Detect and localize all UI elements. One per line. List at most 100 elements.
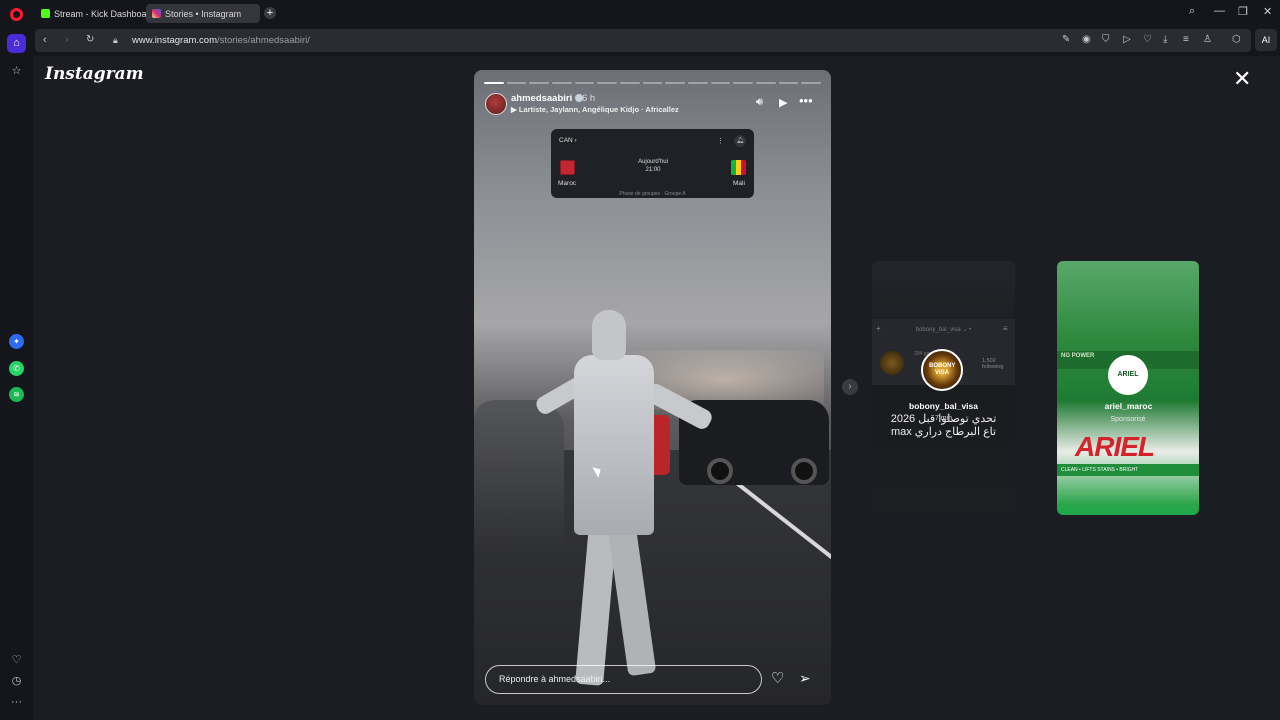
forward-icon[interactable]: › (65, 34, 69, 46)
ai-button[interactable]: AI (1255, 29, 1277, 51)
back-icon[interactable]: ‹ (43, 34, 47, 46)
preview-username: bobony_bal_visa (909, 401, 978, 411)
instagram-stories-page: Instagram ✕ ahmedsaabiri 6 h ▶︎ Lartiste… (33, 56, 1280, 720)
bell-icon: 🔔︎ (734, 135, 746, 147)
home-icon[interactable]: ⌂ (7, 34, 26, 53)
like-heart-icon[interactable]: ♡ (771, 669, 784, 687)
match-competition: CAN › (559, 137, 577, 144)
person-head (592, 310, 626, 360)
car-wheel (707, 458, 733, 484)
progress-segment (529, 82, 550, 84)
send-icon[interactable]: ➢ (799, 670, 811, 687)
address-row: ‹ › ↻ 🔒︎ www.instagram.com/stories/ahmed… (33, 26, 1280, 56)
restore-button[interactable]: ❐ (1238, 5, 1248, 18)
avatar-text: BOBONY VISA (929, 363, 956, 376)
story-preview-ariel[interactable]: NG POWER ARIEL ariel_maroc Sponsorisé AR… (1057, 261, 1199, 515)
match-card: CAN › ⋮ 🔔︎ Maroc Mali Aujourd'hui 21:00 … (551, 129, 754, 198)
whatsapp-icon[interactable]: ✆ (9, 361, 24, 376)
story-author-username[interactable]: ahmedsaabiri (511, 93, 584, 104)
mute-icon[interactable]: 🔊︎ (756, 96, 763, 109)
story-preview-bobony[interactable]: + bobony_bal_visa ⌄ • ≡ 294 posts 1,502 … (872, 261, 1015, 514)
match-stage: Phase de groupes · Groupe A (619, 191, 686, 197)
story-image-person (533, 310, 715, 690)
tab-bar: Stream - Kick Dashboard Stories • Instag… (0, 0, 1280, 26)
instagram-logo[interactable]: Instagram (45, 64, 144, 84)
card-menu-icon: ⋮ (717, 138, 724, 145)
morocco-flag-icon (560, 160, 575, 175)
edit-icon[interactable]: ✎ (1062, 34, 1070, 45)
progress-segment (484, 82, 504, 84)
story-viewer[interactable]: ahmedsaabiri 6 h ▶︎ Lartiste, Jaylann, A… (474, 70, 831, 705)
lock-icon: 🔒︎ (113, 35, 118, 45)
tab-label: Stream - Kick Dashboard (54, 8, 155, 19)
progress-segment (756, 82, 776, 84)
search-tabs-icon[interactable]: ⌕ (1189, 5, 1195, 18)
match-time: 21:00 (645, 166, 661, 173)
close-stories-button[interactable]: ✕ (1233, 68, 1251, 90)
more-icon[interactable]: ··· (9, 695, 24, 710)
new-tab-button[interactable]: + (264, 7, 276, 19)
instagram-favicon-icon (152, 9, 161, 18)
spotify-icon[interactable]: ≋ (9, 387, 24, 402)
menu-icon[interactable]: ≡ (1183, 34, 1189, 45)
more-options-icon[interactable]: ••• (799, 93, 813, 108)
progress-segment (801, 82, 822, 84)
match-schedule: Aujourd'hui 21:00 (623, 159, 683, 174)
camera-icon[interactable]: ◉ (1082, 34, 1091, 45)
extensions-icon[interactable]: ⬡ (1232, 34, 1241, 45)
heart-icon[interactable]: ♡ (9, 653, 24, 668)
story-progress-bar (484, 82, 822, 84)
menu-icon: ≡ (1003, 324, 1008, 333)
team-home: Maroc (558, 180, 577, 187)
heart-icon[interactable]: ♡ (1143, 34, 1152, 45)
tab-kick-dashboard[interactable]: Stream - Kick Dashboard (35, 4, 155, 23)
sponsored-label: Sponsorisé (1110, 416, 1146, 423)
progress-segment (665, 82, 686, 84)
next-story-arrow-icon[interactable]: › (842, 379, 858, 395)
profile-icon[interactable]: ♙ (1203, 34, 1212, 45)
preview-inner-title: bobony_bal_visa ⌄ • (915, 327, 972, 333)
play-icon[interactable]: ▶︎ (779, 96, 787, 109)
preview-username: ariel_maroc (1104, 401, 1153, 411)
reply-input[interactable]: Répondre à ahmedsaabiri... (485, 665, 762, 694)
tab-instagram-stories[interactable]: Stories • Instagram (146, 4, 260, 23)
progress-segment (733, 82, 754, 84)
player-icon[interactable]: ▷ (1123, 34, 1131, 45)
preview-time: 7 min (934, 415, 953, 422)
progress-segment (597, 82, 618, 84)
opera-logo-icon[interactable] (10, 8, 23, 21)
car-wheel (791, 458, 817, 484)
progress-segment (642, 82, 663, 84)
match-day: Aujourd'hui (638, 159, 668, 165)
close-window-button[interactable]: ✕ (1263, 5, 1272, 18)
preview-avatar: BOBONY VISA (921, 349, 963, 391)
reload-icon[interactable]: ↻ (86, 34, 94, 45)
ad-brand-logo: ARIEL (1075, 431, 1155, 462)
progress-segment (620, 82, 640, 84)
progress-segment (688, 82, 708, 84)
story-image-crowd (474, 400, 564, 550)
history-icon[interactable]: ◷ (9, 674, 24, 689)
person-leg (607, 523, 657, 677)
progress-segment (710, 82, 731, 84)
kick-favicon-icon (41, 9, 50, 18)
caption-line: تاع البرطاج دراري max (890, 426, 997, 438)
story-author-avatar[interactable] (485, 93, 507, 115)
avatar-text: ARIEL (1117, 371, 1139, 378)
url-text[interactable]: www.instagram.com/stories/ahmedsaabiri/ (132, 35, 310, 46)
progress-segment (552, 82, 572, 84)
preview-inner-avatar (880, 351, 904, 375)
story-time: 6 h (582, 93, 596, 104)
progress-segment (506, 82, 527, 84)
person-body (574, 355, 654, 535)
shield-icon[interactable]: ⛉ (1102, 34, 1110, 45)
team-away: Mali (733, 180, 745, 187)
download-icon[interactable]: ⤓ (1163, 34, 1167, 45)
star-icon[interactable]: ☆ (9, 64, 24, 79)
messenger-icon[interactable]: ✦ (9, 334, 24, 349)
address-bar[interactable]: ‹ › ↻ 🔒︎ www.instagram.com/stories/ahmed… (35, 29, 1251, 52)
browser-sidebar: ⌂ ☆ ✦ ✆ ≋ ♡ ◷ ··· (0, 26, 33, 720)
minimize-button[interactable]: — (1214, 5, 1225, 17)
ad-strip: CLEAN • LIFTS STAINS • BRIGHT (1057, 464, 1199, 476)
story-music[interactable]: ▶︎ Lartiste, Jaylann, Angélique Kidjo · … (511, 105, 679, 114)
